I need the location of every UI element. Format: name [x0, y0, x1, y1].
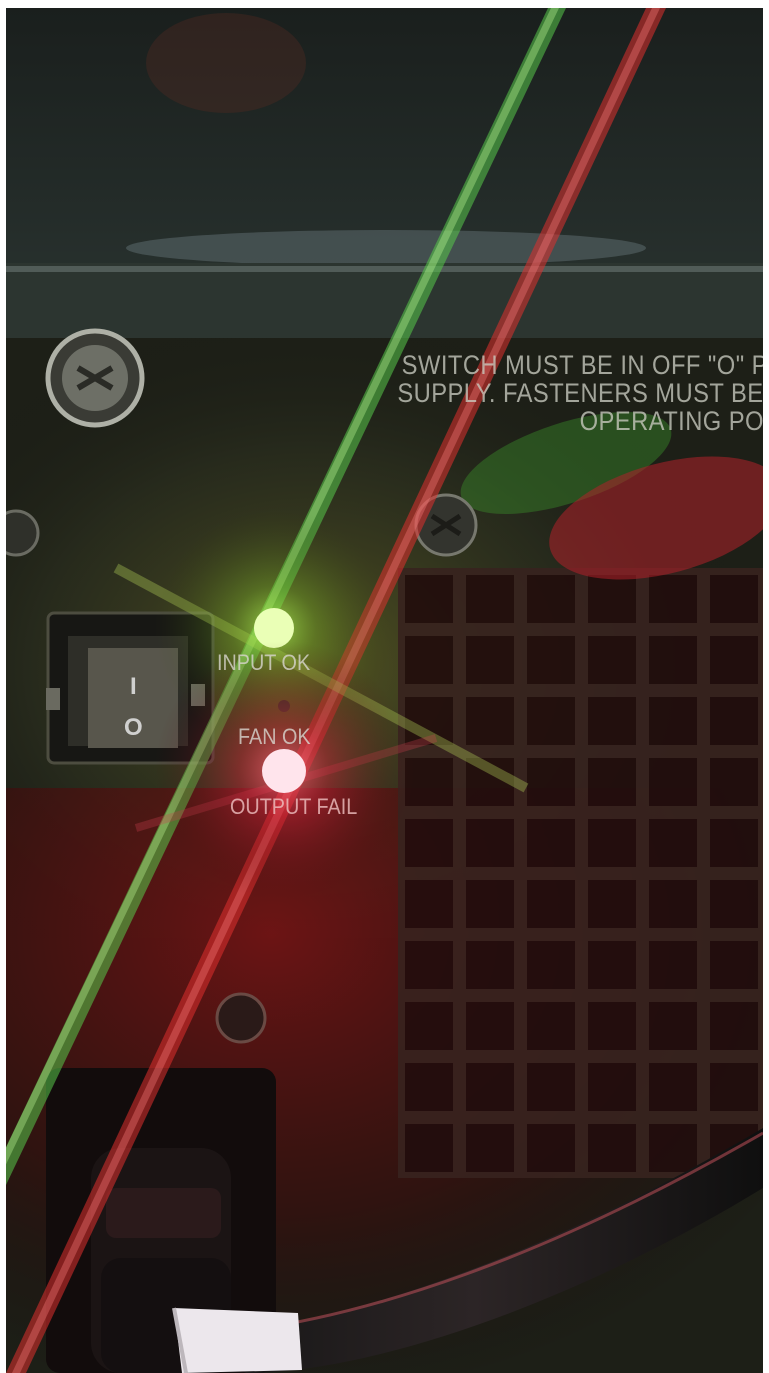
warning-line-2: SUPPLY. FASTENERS MUST BE FU	[397, 378, 763, 408]
chassis-ledge	[6, 263, 763, 343]
screw-left-edge	[6, 509, 40, 557]
blurred-light	[146, 13, 306, 113]
output-fail-label: OUTPUT FAIL	[230, 794, 358, 819]
warning-label: SWITCH MUST BE IN OFF "O" POS SUPPLY. FA…	[397, 351, 763, 435]
input-ok-label: INPUT OK	[217, 650, 311, 675]
switch-on-mark: I	[130, 673, 137, 700]
screw-lower	[215, 992, 267, 1044]
warning-line-1: SWITCH MUST BE IN OFF "O" POS	[401, 350, 763, 380]
grille-tint	[398, 568, 763, 1178]
warning-line-3: OPERATING POWE	[579, 406, 763, 436]
top-rim-highlight	[126, 230, 646, 266]
photo-frame: SWITCH MUST BE IN OFF "O" POS SUPPLY. FA…	[0, 0, 769, 1373]
switch-off-mark: O	[124, 714, 143, 741]
power-supply-photo: SWITCH MUST BE IN OFF "O" POS SUPPLY. FA…	[6, 8, 763, 1373]
screw-top-left	[45, 328, 145, 428]
photo-scene	[6, 8, 763, 1373]
fan-ok-label: FAN OK	[238, 724, 311, 749]
output-fail-led	[262, 749, 306, 793]
ledge-edge	[6, 266, 763, 272]
cable-label-tag	[172, 1307, 302, 1373]
